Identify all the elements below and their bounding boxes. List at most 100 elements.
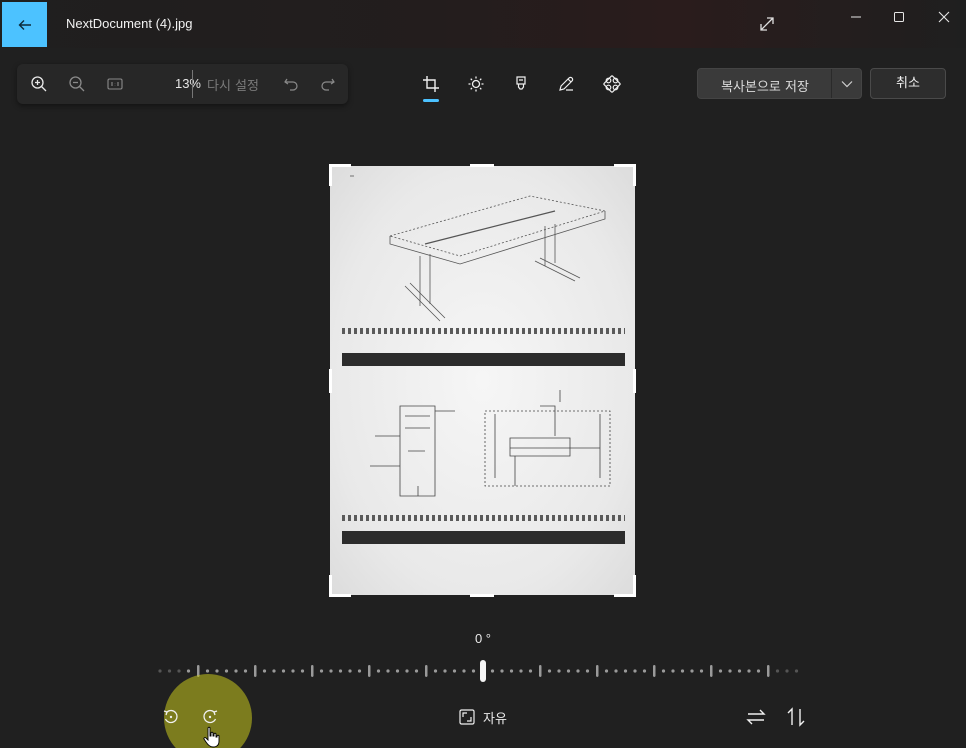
zoom-level[interactable]: 13% bbox=[157, 76, 201, 91]
slider-minor-tick bbox=[462, 669, 466, 673]
hand-cursor-icon bbox=[203, 726, 220, 748]
slider-minor-tick bbox=[557, 669, 561, 673]
close-button[interactable] bbox=[930, 6, 958, 28]
slider-minor-tick bbox=[661, 669, 666, 673]
zoom-out-button[interactable] bbox=[67, 74, 87, 94]
slider-minor-tick bbox=[500, 669, 504, 673]
slider-minor-tick bbox=[737, 669, 742, 673]
figure-caption-bar-1 bbox=[342, 353, 625, 366]
slider-minor-tick bbox=[528, 669, 533, 673]
crop-handle-top-left[interactable] bbox=[329, 164, 351, 167]
slider-minor-tick bbox=[623, 669, 628, 673]
slider-minor-tick bbox=[794, 669, 799, 673]
flip-horizontal-button[interactable] bbox=[745, 706, 767, 728]
cancel-button[interactable]: 취소 bbox=[870, 68, 946, 99]
slider-minor-tick bbox=[519, 669, 523, 673]
adjust-tool-button[interactable] bbox=[464, 72, 488, 96]
slider-minor-tick bbox=[509, 669, 514, 673]
back-button[interactable] bbox=[2, 2, 47, 47]
slider-minor-tick bbox=[699, 669, 704, 673]
slider-minor-tick bbox=[566, 669, 571, 673]
expand-icon bbox=[760, 17, 774, 31]
aspect-ratio-label[interactable]: 자유 bbox=[483, 708, 507, 727]
slider-minor-tick bbox=[576, 669, 580, 673]
slider-minor-tick bbox=[414, 669, 419, 673]
brightness-icon bbox=[468, 76, 484, 92]
slider-minor-tick bbox=[642, 669, 647, 673]
undo-button[interactable] bbox=[281, 74, 301, 94]
highlighter-tool-button[interactable] bbox=[509, 72, 533, 96]
slider-minor-tick bbox=[272, 669, 276, 673]
slider-minor-tick bbox=[728, 669, 732, 673]
slider-major-tick bbox=[710, 665, 713, 677]
zoom-toolbar: 13% 다시 설정 bbox=[17, 64, 348, 104]
highlighter-icon bbox=[516, 76, 526, 90]
markup-tool-button[interactable] bbox=[554, 72, 578, 96]
slider-minor-tick bbox=[348, 669, 352, 673]
slider-minor-tick bbox=[291, 669, 295, 673]
slider-minor-tick bbox=[376, 669, 381, 673]
crop-handle-top[interactable] bbox=[470, 164, 494, 167]
flip-vertical-icon bbox=[787, 707, 805, 727]
maximize-button[interactable] bbox=[885, 6, 913, 28]
active-tool-indicator bbox=[423, 99, 439, 102]
slider-minor-tick bbox=[747, 669, 751, 673]
zoom-in-button[interactable] bbox=[29, 74, 49, 94]
zoom-in-icon bbox=[31, 76, 47, 92]
slider-minor-tick bbox=[490, 669, 495, 673]
slider-minor-tick bbox=[386, 669, 390, 673]
slider-major-tick bbox=[653, 665, 656, 677]
save-options-button[interactable] bbox=[832, 69, 862, 98]
redo-button[interactable] bbox=[318, 74, 338, 94]
expand-button[interactable] bbox=[756, 13, 778, 35]
slider-minor-tick bbox=[281, 669, 286, 673]
rotation-angle-value: 0 ° bbox=[474, 631, 492, 646]
rotate-right-button[interactable] bbox=[199, 706, 221, 728]
slider-minor-tick bbox=[167, 669, 172, 673]
slider-major-tick bbox=[596, 665, 599, 677]
crop-handle-bottom[interactable] bbox=[470, 594, 494, 597]
slider-minor-tick bbox=[775, 669, 780, 673]
slider-minor-tick bbox=[433, 669, 438, 673]
minimize-icon bbox=[851, 16, 861, 18]
actual-size-icon bbox=[107, 78, 123, 90]
crop-tool-button[interactable] bbox=[419, 72, 443, 96]
rotate-left-button[interactable] bbox=[160, 706, 182, 728]
actual-size-button[interactable] bbox=[105, 74, 125, 94]
slider-minor-tick bbox=[329, 669, 333, 673]
slider-minor-tick bbox=[357, 669, 362, 673]
slider-minor-tick bbox=[690, 669, 694, 673]
slider-minor-tick bbox=[215, 669, 219, 673]
slider-minor-tick bbox=[756, 669, 761, 673]
effects-tool-button[interactable] bbox=[600, 72, 624, 96]
crop-handle-right[interactable] bbox=[633, 369, 636, 393]
zoom-divider bbox=[192, 70, 193, 98]
reset-button[interactable]: 다시 설정 bbox=[207, 75, 259, 94]
minimize-button[interactable] bbox=[842, 6, 870, 28]
slider-minor-tick bbox=[443, 669, 447, 673]
crop-handle-left[interactable] bbox=[329, 369, 332, 393]
slider-minor-tick bbox=[319, 669, 324, 673]
save-copy-button[interactable]: 복사본으로 저장 bbox=[698, 76, 832, 95]
slider-major-tick bbox=[425, 665, 428, 677]
slider-minor-tick bbox=[205, 669, 210, 673]
flip-vertical-button[interactable] bbox=[785, 706, 807, 728]
slider-minor-tick bbox=[671, 669, 675, 673]
slider-minor-tick bbox=[680, 669, 685, 673]
slider-major-tick bbox=[539, 665, 542, 677]
slider-minor-tick bbox=[243, 669, 248, 673]
aspect-ratio-button[interactable] bbox=[456, 706, 478, 728]
slider-minor-tick bbox=[585, 669, 590, 673]
slider-minor-tick bbox=[471, 669, 476, 673]
window-title: NextDocument (4).jpg bbox=[66, 16, 193, 31]
slider-minor-tick bbox=[718, 669, 723, 673]
flip-horizontal-icon bbox=[746, 709, 766, 725]
crop-handle-bottom-left[interactable] bbox=[329, 594, 351, 597]
redo-icon bbox=[321, 78, 335, 91]
slider-minor-tick bbox=[604, 669, 609, 673]
rotation-slider-thumb[interactable] bbox=[480, 660, 486, 682]
slider-major-tick bbox=[368, 665, 371, 677]
slider-minor-tick bbox=[633, 669, 637, 673]
slider-minor-tick bbox=[395, 669, 400, 673]
back-arrow-icon bbox=[18, 19, 31, 30]
